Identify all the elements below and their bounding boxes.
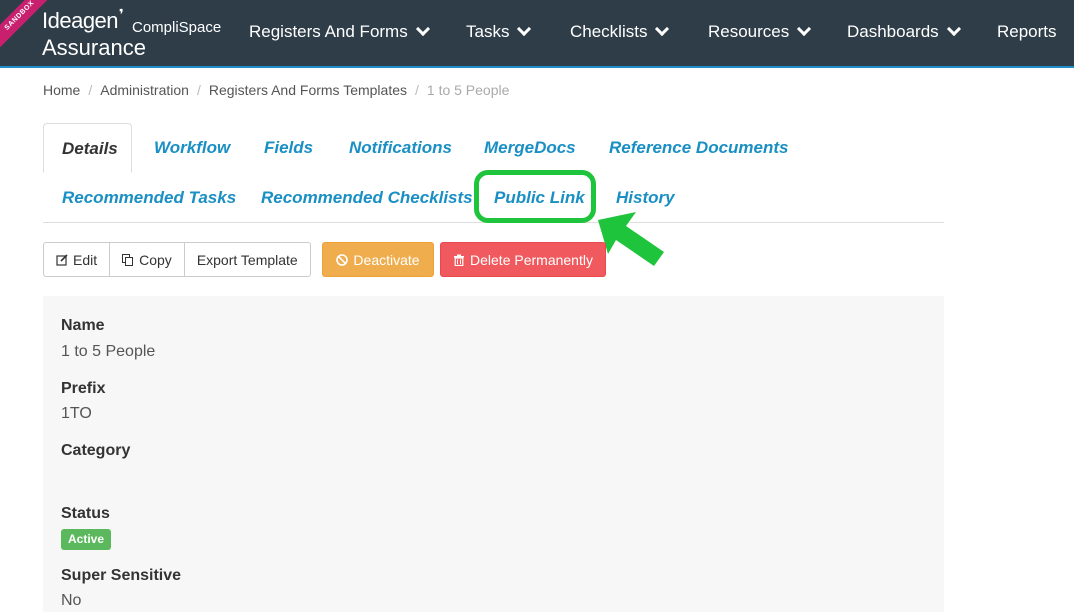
tab-recommended-tasks[interactable]: Recommended Tasks xyxy=(62,188,236,208)
copy-icon xyxy=(122,253,134,266)
logo-assurance-text: Assurance xyxy=(42,35,146,60)
logo-swoosh-icon: ❜ xyxy=(119,6,124,22)
nav-label: Reports xyxy=(997,22,1057,41)
tab-fields[interactable]: Fields xyxy=(264,138,313,158)
status-badge: Active xyxy=(61,529,112,550)
tab-notifications[interactable]: Notifications xyxy=(349,138,452,158)
export-template-button[interactable]: Export Template xyxy=(183,242,311,277)
chevron-down-icon xyxy=(946,21,961,37)
logo-ideagen-text: Ideagen xyxy=(42,8,119,33)
tab-details[interactable]: Details xyxy=(43,123,132,173)
nav-reports[interactable]: Reports xyxy=(997,22,1057,42)
chevron-down-icon xyxy=(655,21,670,37)
breadcrumb-templates[interactable]: Registers And Forms Templates xyxy=(209,82,407,98)
export-template-label: Export Template xyxy=(196,251,298,268)
nav-resources[interactable]: Resources xyxy=(708,21,812,42)
chevron-down-icon xyxy=(797,21,812,37)
nav-checklists[interactable]: Checklists xyxy=(570,21,670,42)
nav-registers-and-forms[interactable]: Registers And Forms xyxy=(249,21,430,42)
top-navbar: SANDBOX Ideagen ❜ CompliSpace Assurance … xyxy=(0,0,1074,68)
delete-permanently-label: Delete Permanently xyxy=(470,251,593,268)
public-link-highlight xyxy=(474,170,596,223)
copy-label: Copy xyxy=(139,251,172,268)
breadcrumb-administration[interactable]: Administration xyxy=(100,82,189,98)
prefix-label: Prefix xyxy=(61,380,106,397)
super-sensitive-label: Super Sensitive xyxy=(61,567,182,584)
trash-icon xyxy=(454,254,465,266)
breadcrumb: Home / Administration / Registers And Fo… xyxy=(43,82,509,98)
tab-recommended-checklists[interactable]: Recommended Checklists xyxy=(261,188,473,208)
tab-history[interactable]: History xyxy=(616,188,675,208)
chevron-down-icon xyxy=(415,21,430,37)
tab-reference-documents[interactable]: Reference Documents xyxy=(609,138,789,158)
deactivate-button[interactable]: Deactivate xyxy=(322,242,434,277)
status-label: Status xyxy=(61,505,110,522)
breadcrumb-current: 1 to 5 People xyxy=(426,82,510,98)
chevron-down-icon xyxy=(517,21,532,37)
tab-details-label: Details xyxy=(62,139,118,158)
tab-mergedocs[interactable]: MergeDocs xyxy=(484,138,576,158)
nav-tasks[interactable]: Tasks xyxy=(466,21,532,42)
nav-label: Checklists xyxy=(570,22,648,41)
logo-complispace-text: CompliSpace xyxy=(132,19,222,36)
breadcrumb-separator: / xyxy=(415,82,419,98)
nav-label: Tasks xyxy=(466,22,510,41)
copy-button[interactable]: Copy xyxy=(109,242,185,277)
name-label: Name xyxy=(61,317,105,334)
nav-label: Dashboards xyxy=(847,22,939,41)
nav-dashboards[interactable]: Dashboards xyxy=(847,21,961,42)
nav-label: Registers And Forms xyxy=(249,22,408,41)
edit-label: Edit xyxy=(73,251,98,268)
breadcrumb-home[interactable]: Home xyxy=(43,82,80,98)
ban-icon xyxy=(336,253,349,266)
delete-permanently-button[interactable]: Delete Permanently xyxy=(440,242,606,277)
prefix-value: 1TO xyxy=(61,405,92,422)
details-panel xyxy=(43,296,944,612)
category-label: Category xyxy=(61,442,131,459)
pointer-arrow-icon xyxy=(598,212,664,266)
tab-workflow[interactable]: Workflow xyxy=(154,138,230,158)
edit-button[interactable]: Edit xyxy=(43,242,111,277)
edit-icon xyxy=(56,253,68,266)
nav-label: Resources xyxy=(708,22,790,41)
breadcrumb-separator: / xyxy=(196,82,201,98)
name-value: 1 to 5 People xyxy=(61,343,156,360)
breadcrumb-separator: / xyxy=(88,82,93,98)
template-actions-group: Edit Copy Export Template xyxy=(43,242,311,277)
deactivate-label: Deactivate xyxy=(353,251,420,268)
super-sensitive-value: No xyxy=(61,592,82,609)
